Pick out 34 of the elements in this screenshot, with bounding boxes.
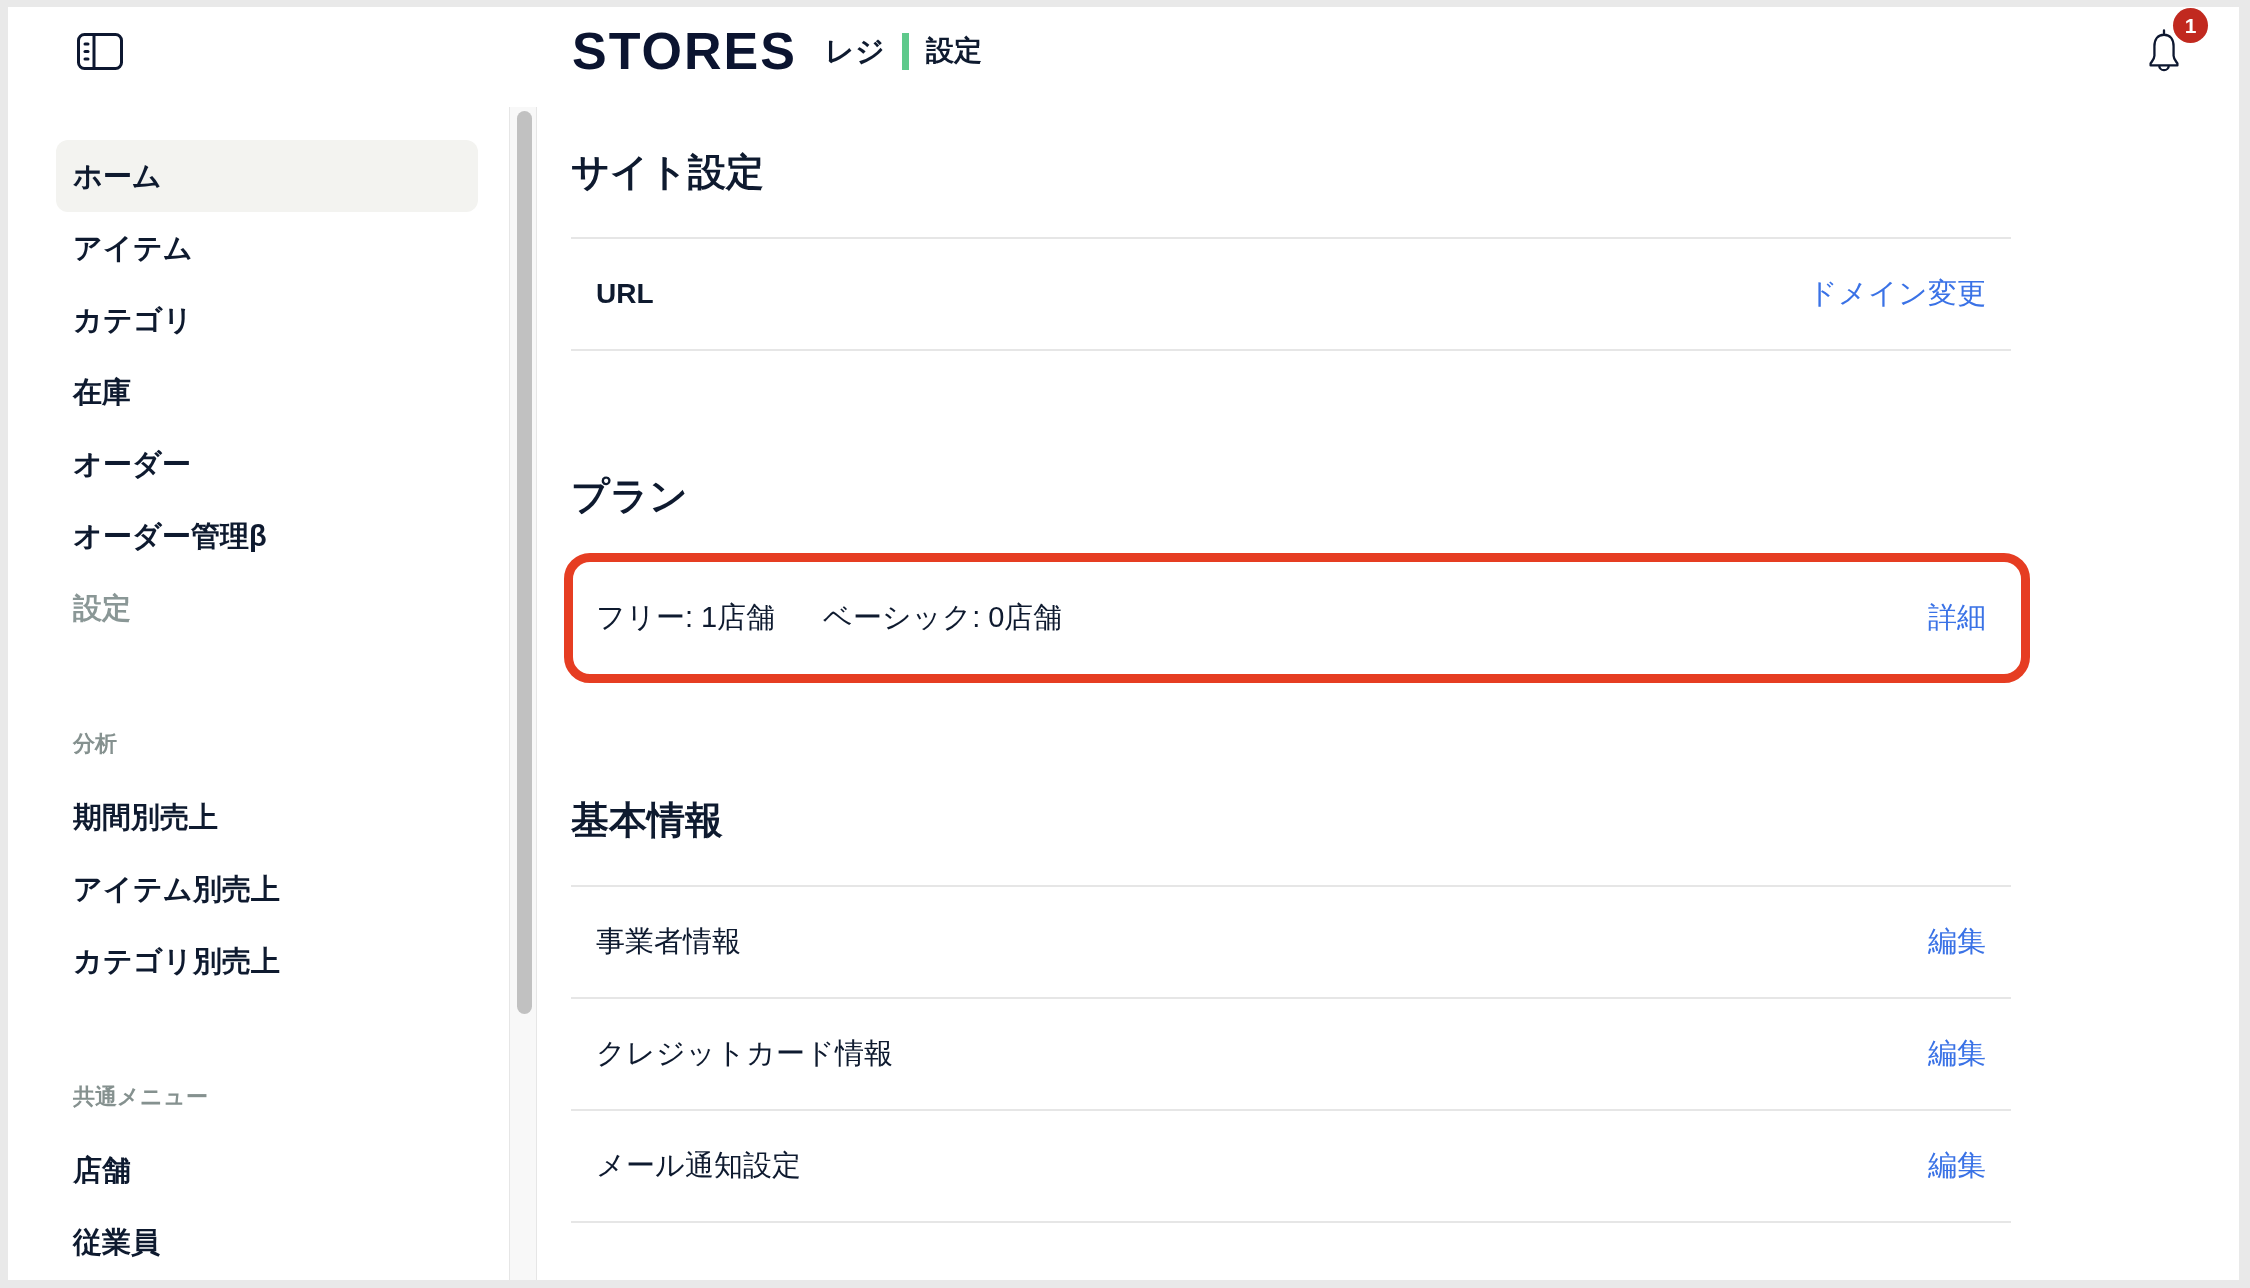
brand-logo: STORES [572, 25, 797, 77]
section-title: 基本情報 [571, 798, 723, 843]
sidebar-toggle-icon[interactable] [77, 32, 123, 70]
nav-item[interactable]: 従業員 [56, 1206, 478, 1278]
nav-item[interactable]: カテゴリ [56, 284, 478, 356]
nav-item[interactable]: オーダー [56, 428, 478, 500]
setting-label: メール通知設定 [596, 1148, 801, 1183]
nav-item[interactable]: 在庫 [56, 356, 478, 428]
section-title: プラン [571, 474, 688, 519]
nav-item[interactable]: 期間別売上 [56, 781, 478, 853]
action-link[interactable]: 編集 [1928, 1034, 1986, 1074]
setting-label: 事業者情報 [596, 924, 741, 959]
setting-label: クレジットカード情報 [596, 1036, 893, 1071]
plan-count: フリー: 1店舗 [596, 600, 776, 635]
action-link[interactable]: 編集 [1928, 1146, 1986, 1186]
nav-item[interactable]: アイテム [56, 212, 478, 284]
action-link[interactable]: 詳細 [1928, 598, 1986, 638]
bell-icon[interactable] [2147, 28, 2181, 74]
nav-section-heading: 共通メニュー [73, 1083, 208, 1111]
action-link[interactable]: 編集 [1928, 922, 1986, 962]
nav-section-heading: 分析 [73, 730, 117, 758]
nav-item[interactable]: カテゴリ別売上 [56, 925, 478, 997]
page-name: 設定 [925, 37, 982, 65]
plan-count: ベーシック: 0店舗 [823, 600, 1063, 635]
nav-item[interactable]: 店舗 [56, 1134, 478, 1206]
section-title: サイト設定 [571, 150, 764, 195]
nav-item[interactable]: オーダー管理β [56, 500, 478, 572]
nav-item[interactable]: ホーム [56, 140, 478, 212]
setting-label: URL [596, 278, 654, 310]
action-link[interactable]: ドメイン変更 [1808, 274, 1986, 314]
product-name: レジ [824, 36, 885, 66]
notification-badge: 1 [2173, 7, 2208, 43]
scrollbar-thumb[interactable] [517, 111, 532, 1014]
nav-item[interactable]: アイテム別売上 [56, 853, 478, 925]
